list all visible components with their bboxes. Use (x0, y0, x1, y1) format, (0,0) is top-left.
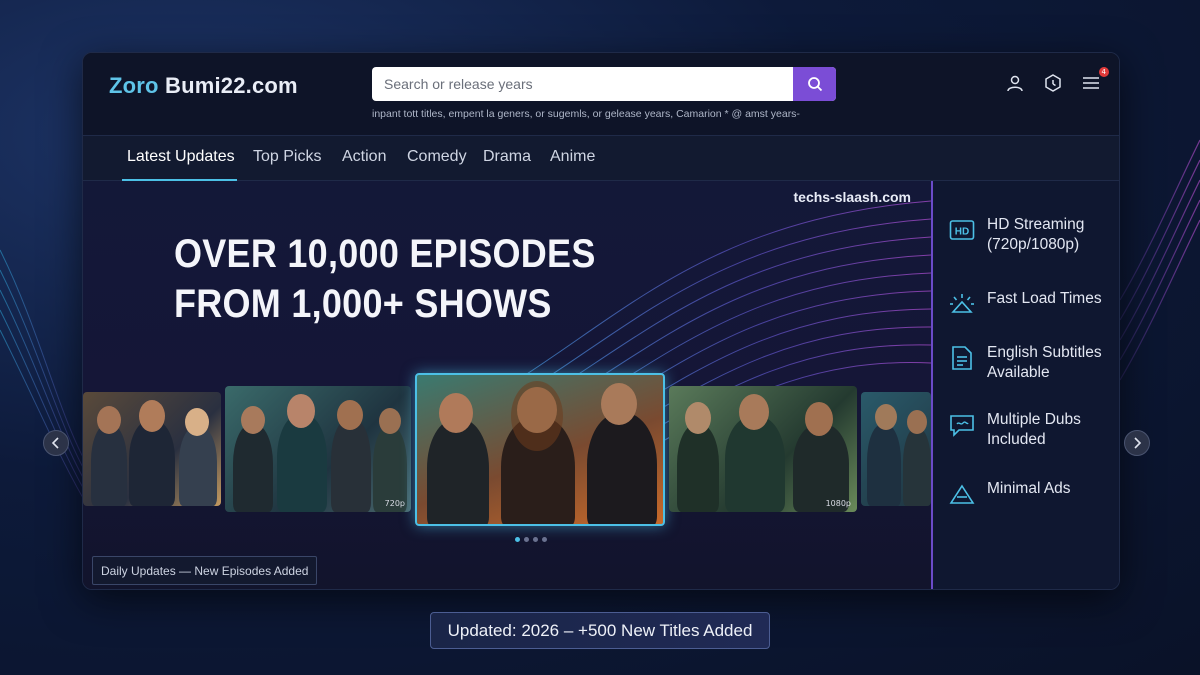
feature-label: Multiple Dubs (987, 411, 1081, 428)
chat-icon (949, 412, 975, 438)
feature-label: HD Streaming (987, 216, 1085, 233)
quality-label: 720p (384, 499, 405, 508)
browser-window: Zoro Bumi22.com inpant tott titles, empe… (82, 52, 1120, 590)
chevron-right-icon (1134, 437, 1142, 449)
carousel-next-button[interactable] (1124, 430, 1150, 456)
feature-multiple-dubs: Multiple Dubs Included (949, 410, 1081, 450)
search-hint: inpant tott titles, empent la geners, or… (372, 108, 800, 120)
watermark-domain: techs-slaash.com (793, 189, 912, 205)
carousel-pagination (515, 537, 547, 542)
carousel-card[interactable]: 1080p (669, 386, 857, 512)
clock-icon (1045, 74, 1061, 92)
chevron-left-icon (51, 437, 59, 449)
feature-minimal-ads: Minimal Ads (949, 479, 1071, 507)
category-tabs: Latest Updates Top Picks Action Comedy D… (83, 135, 1119, 181)
history-button[interactable] (1043, 73, 1063, 93)
headline-line-2: FROM 1,000+ SHOWS (174, 282, 552, 326)
hero-headline: OVER 10,000 EPISODES FROM 1,000+ SHOWS (174, 229, 596, 329)
features-panel: HD HD Streaming (720p/1080p) Fast Load Ti… (931, 181, 1119, 589)
logo-part-primary: Zoro (109, 73, 159, 98)
daily-updates-badge: Daily Updates — New Episodes Added (92, 556, 318, 585)
tab-latest-updates[interactable]: Latest Updates (127, 148, 235, 166)
tab-comedy[interactable]: Comedy (407, 148, 467, 166)
search-bar (372, 67, 836, 101)
warning-icon (949, 481, 975, 507)
tab-anime[interactable]: Anime (550, 148, 595, 166)
pagination-dot[interactable] (515, 537, 520, 542)
feature-english-subtitles: English Subtitles Available (949, 343, 1102, 383)
update-banner: Updated: 2026 – +500 New Titles Added (430, 612, 770, 649)
site-logo[interactable]: Zoro Bumi22.com (109, 73, 298, 99)
carousel-prev-button[interactable] (43, 430, 69, 456)
feature-label: English Subtitles (987, 344, 1102, 361)
search-icon (807, 77, 822, 92)
feature-label: Minimal Ads (987, 480, 1071, 497)
feature-label: Fast Load Times (987, 290, 1102, 307)
quality-label: 1080p (825, 499, 851, 508)
header-actions: 4 (1005, 67, 1109, 93)
carousel-card[interactable]: 720p (225, 386, 411, 512)
logo-part-domain: Bumi22.com (158, 73, 298, 98)
search-button[interactable] (793, 67, 836, 101)
speed-icon (949, 291, 975, 317)
hd-icon: HD (949, 217, 975, 243)
tab-action[interactable]: Action (342, 148, 386, 166)
headline-line-1: OVER 10,000 EPISODES (174, 232, 596, 276)
hamburger-menu-icon (1083, 77, 1099, 89)
feature-sublabel: (720p/1080p) (987, 236, 1080, 253)
tab-top-picks[interactable]: Top Picks (253, 148, 321, 166)
carousel-card[interactable] (83, 392, 221, 506)
search-input[interactable] (372, 67, 792, 101)
carousel-card[interactable] (861, 392, 931, 506)
feature-hd-streaming: HD HD Streaming (720p/1080p) (949, 215, 1084, 255)
feature-sublabel: Included (987, 431, 1046, 448)
user-icon (1007, 75, 1023, 92)
tab-drama[interactable]: Drama (483, 148, 531, 166)
header-bar: Zoro Bumi22.com inpant tott titles, empe… (83, 53, 1119, 135)
pagination-dot[interactable] (524, 537, 529, 542)
pagination-dot[interactable] (533, 537, 538, 542)
notification-badge: 4 (1098, 67, 1109, 77)
svg-text:HD: HD (955, 227, 969, 238)
menu-button[interactable]: 4 (1081, 67, 1109, 93)
pagination-dot[interactable] (542, 537, 547, 542)
subtitles-icon (949, 345, 975, 371)
feature-sublabel: Available (987, 364, 1050, 381)
feature-fast-load: Fast Load Times (949, 289, 1102, 317)
account-button[interactable] (1005, 73, 1025, 93)
hero-banner: techs-slaash.com OVER 10,000 EPISODES FR… (83, 181, 931, 589)
carousel-card-featured[interactable] (415, 373, 665, 526)
